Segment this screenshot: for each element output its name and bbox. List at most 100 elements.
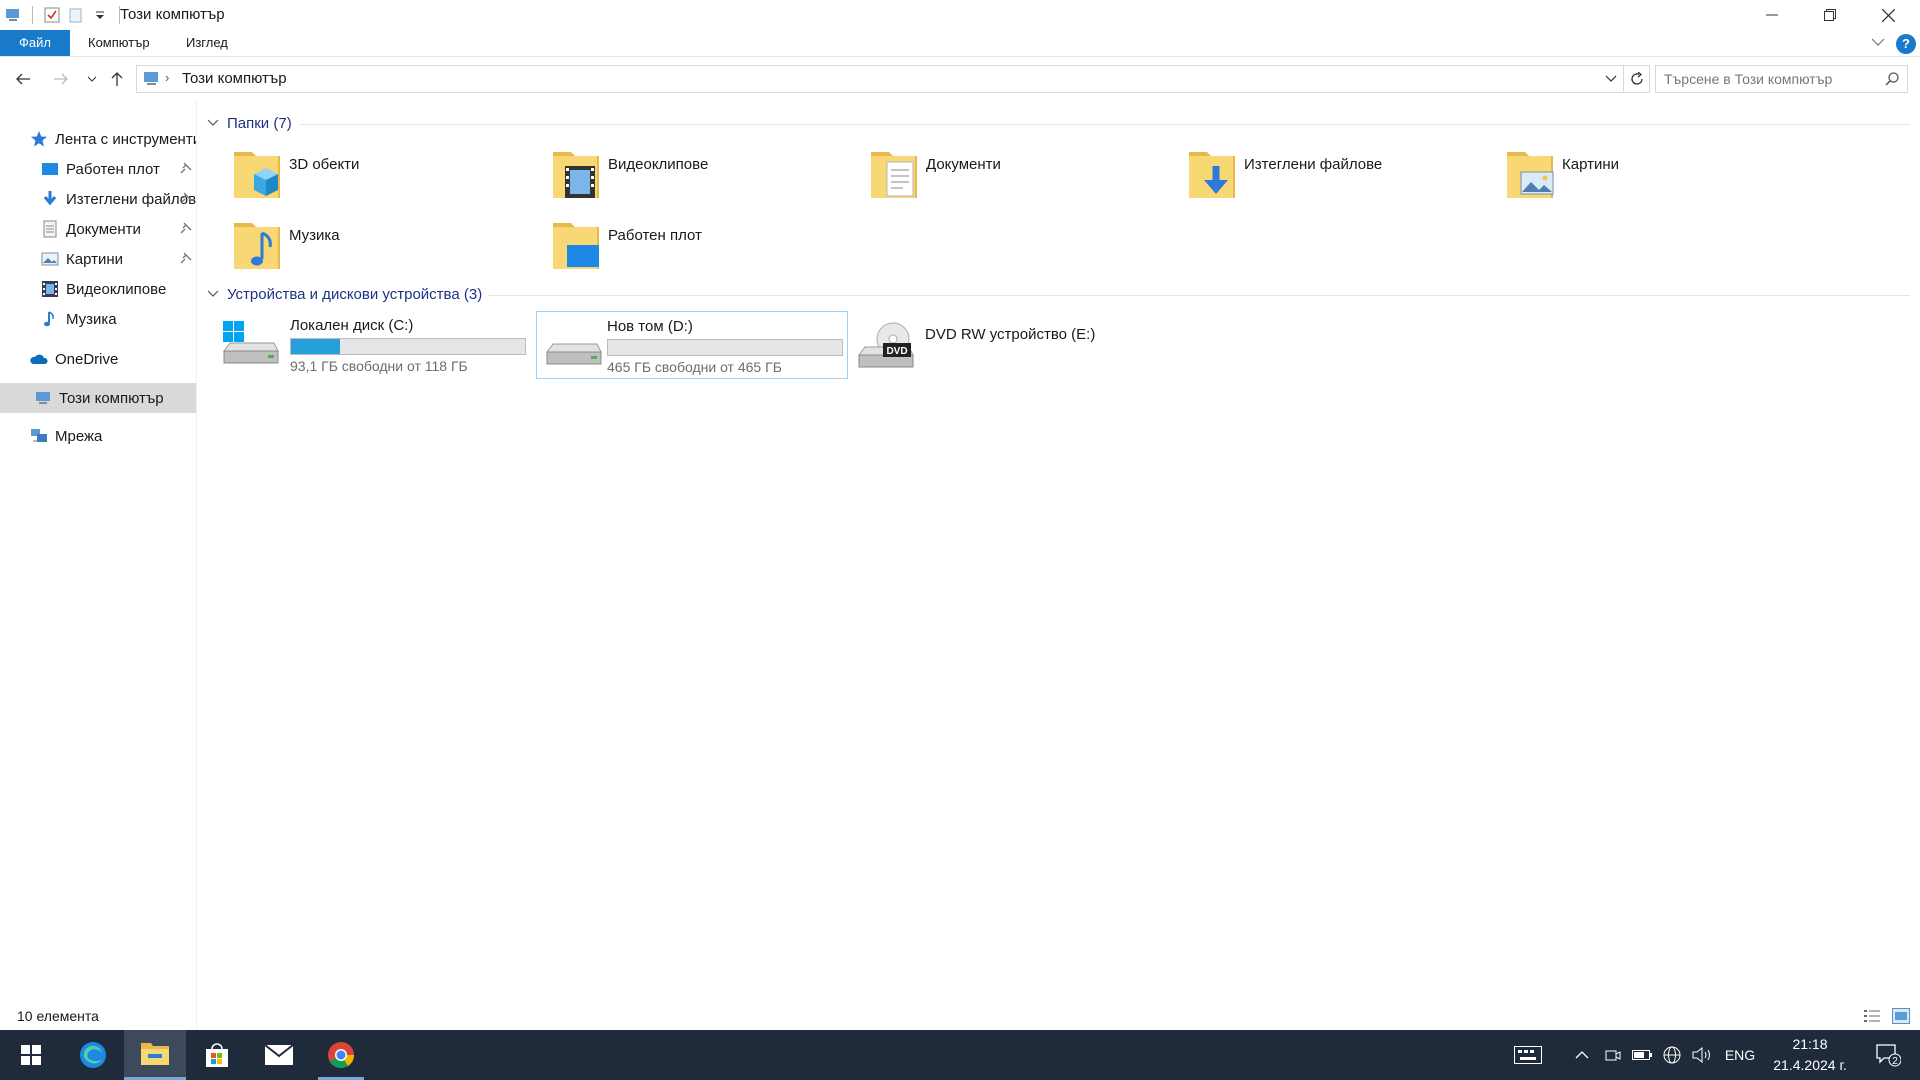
up-arrow-icon [111,72,123,86]
customize-toolbar-chevron-icon[interactable] [91,6,109,24]
folder-label: Документи [926,156,1001,173]
meet-now-button[interactable] [1602,1030,1624,1080]
search-icon [1885,72,1899,86]
group-header-devices[interactable]: Устройства и дискови устройства (3) [207,283,482,305]
folder-label: 3D обекти [289,156,360,173]
group-title: Папки (7) [227,114,292,132]
up-button[interactable] [106,68,128,90]
sidebar-item-documents[interactable]: Документи [0,216,196,242]
this-pc-icon [144,72,158,85]
input-language-button[interactable]: ENG [1720,1030,1760,1080]
action-center-button[interactable]: 2 [1866,1030,1910,1080]
refresh-button[interactable] [1624,65,1650,93]
minimize-button[interactable] [1743,0,1801,30]
pin-icon[interactable] [180,252,192,264]
drive-item-d[interactable]: Нов том (D:) 465 ГБ свободни от 465 ГБ [536,311,848,379]
search-input[interactable]: Търсене в Този компютър [1655,65,1908,93]
drive-free-space: 465 ГБ свободни от 465 ГБ [607,359,782,375]
battery-button[interactable] [1630,1030,1654,1080]
sidebar-item-this-pc[interactable]: Този компютър [0,383,196,413]
divider [300,124,1910,125]
chrome-icon [328,1042,355,1069]
clock[interactable]: 21:18 21.4.2024 г. [1768,1034,1852,1076]
folder-videos-icon [553,152,599,198]
star-icon [31,131,47,147]
network-button[interactable] [1660,1030,1684,1080]
drive-usage-bar [607,339,843,356]
folder-item-documents[interactable]: Документи [869,146,1169,212]
pin-icon[interactable] [180,162,192,174]
drive-name: Нов том (D:) [607,318,693,335]
forward-arrow-icon [54,73,68,85]
forward-button[interactable] [50,68,72,90]
folder-item-downloads[interactable]: Изтеглени файлове [1187,146,1487,212]
address-history-chevron-icon[interactable] [1605,72,1617,84]
help-button[interactable]: ? [1896,34,1916,54]
sidebar-item-label: Музика [66,310,117,328]
sidebar-item-videos[interactable]: Видеоклипове [0,276,196,302]
divider [488,295,1910,296]
window-title: Този компютър [120,6,225,23]
sidebar-item-downloads[interactable]: Изтеглени файлове [0,186,196,212]
folder-item-pictures[interactable]: Картини [1505,146,1805,212]
taskbar-file-explorer[interactable] [124,1030,186,1080]
taskbar-edge[interactable] [62,1030,124,1080]
drive-free-space: 93,1 ГБ свободни от 118 ГБ [290,358,468,374]
pictures-icon [41,252,59,266]
download-arrow-icon [43,191,57,206]
breadcrumb-separator-icon[interactable]: › [165,70,169,85]
sidebar-item-pictures[interactable]: Картини [0,246,196,272]
tab-file[interactable]: Файл [0,30,70,56]
new-folder-icon[interactable] [67,6,85,24]
start-button[interactable] [0,1030,62,1080]
sidebar-item-label: Картини [66,250,124,268]
taskbar-store[interactable] [186,1030,248,1080]
refresh-icon [1630,72,1643,85]
show-hidden-icons-button[interactable] [1570,1030,1594,1080]
tab-view[interactable]: Изглед [168,30,246,56]
drive-item-c[interactable]: Локален диск (C:) 93,1 ГБ свободни от 11… [220,311,532,379]
this-pc-icon [6,9,19,21]
keyboard-icon [1514,1046,1542,1064]
drive-name: DVD RW устройство (E:) [925,326,1096,343]
file-explorer-icon [141,1042,169,1065]
minimize-icon [1766,14,1778,16]
sidebar-item-onedrive[interactable]: OneDrive [0,346,196,372]
drive-item-e[interactable]: DVD DVD RW устройство (E:) [855,311,1167,379]
breadcrumb[interactable]: Този компютър [182,70,287,87]
music-note-icon [44,311,54,327]
pin-icon[interactable] [180,192,192,204]
sidebar-item-desktop[interactable]: Работен плот [0,156,196,182]
touch-keyboard-button[interactable] [1508,1030,1548,1080]
folder-item-3d-objects[interactable]: 3D обекти [232,146,532,212]
network-icon [31,429,47,442]
sidebar-divider [196,100,197,1030]
taskbar-chrome[interactable] [310,1030,372,1080]
back-button[interactable] [12,68,34,90]
large-icons-view-icon[interactable] [1892,1008,1910,1024]
pin-icon[interactable] [180,222,192,234]
sidebar-item-network[interactable]: Мрежа [0,423,196,449]
folder-item-music[interactable]: Музика [232,217,532,283]
folder-item-desktop[interactable]: Работен плот [551,217,851,283]
speaker-icon [1692,1047,1710,1063]
chevron-down-icon [87,76,97,82]
restore-button[interactable] [1801,0,1859,30]
sidebar-item-music[interactable]: Музика [0,306,196,332]
group-header-folders[interactable]: Папки (7) [207,112,292,134]
navigation-pane: Лента с инструменти Работен плот Изтегле… [0,120,196,1020]
dvd-badge: DVD [886,346,907,357]
details-view-icon[interactable] [1863,1008,1881,1024]
chevron-up-icon [1575,1051,1589,1059]
tab-computer[interactable]: Компютър [70,30,168,56]
volume-button[interactable] [1690,1030,1714,1080]
taskbar-mail[interactable] [248,1030,310,1080]
close-button[interactable] [1859,0,1917,30]
sidebar-item-quick-access[interactable]: Лента с инструменти [0,126,196,152]
address-bar[interactable]: › Този компютър [136,65,1624,93]
properties-icon[interactable] [43,6,61,24]
sidebar-item-label: Този компютър [59,389,164,407]
folder-item-videos[interactable]: Видеоклипове [551,146,851,212]
recent-locations-button[interactable] [81,68,103,90]
expand-ribbon-chevron-icon[interactable] [1870,34,1886,50]
